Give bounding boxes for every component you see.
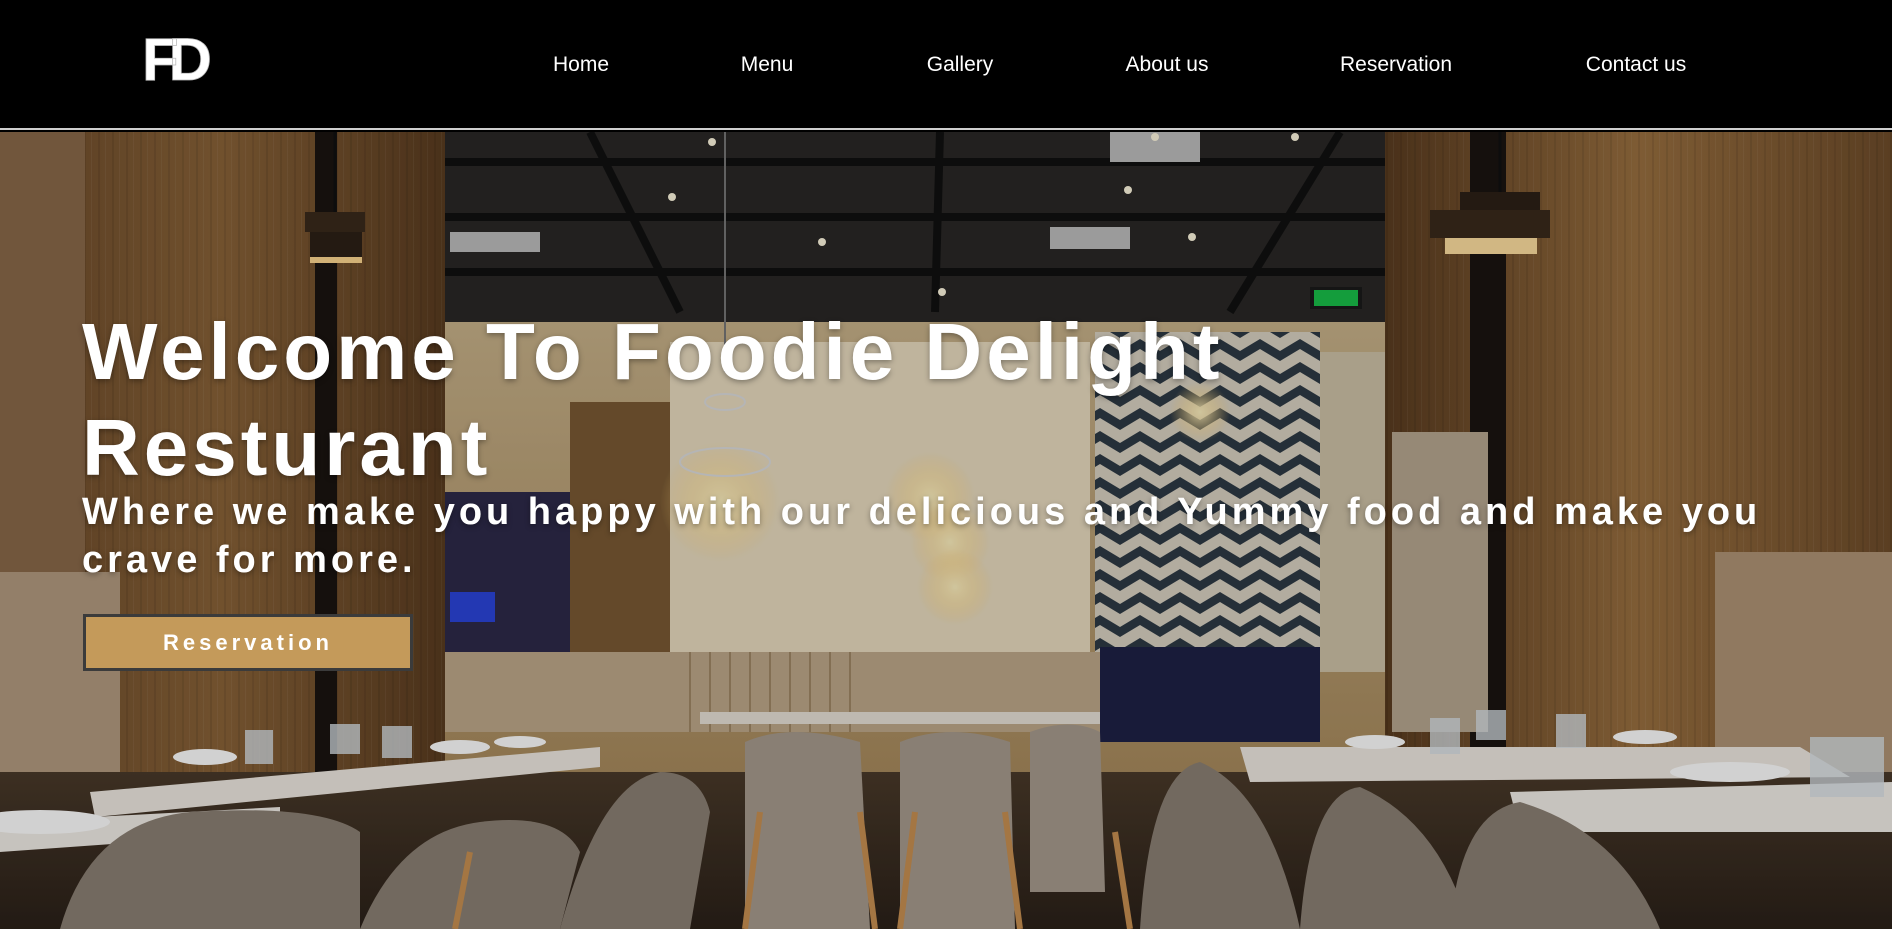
nav-gallery[interactable]: Gallery <box>927 53 994 77</box>
hero-section: Welcome To Foodie Delight Resturant Wher… <box>0 132 1892 929</box>
hero-title: Welcome To Foodie Delight Resturant <box>82 307 1224 492</box>
main-nav: Home Menu Gallery About us Reservation C… <box>0 0 1892 130</box>
nav-home[interactable]: Home <box>553 53 609 77</box>
navbar: FD Home Menu Gallery About us Reservatio… <box>0 0 1892 130</box>
nav-reservation[interactable]: Reservation <box>1340 53 1452 77</box>
hero-subtitle: Where we make you happy with our delicio… <box>82 491 1762 581</box>
reservation-button[interactable]: Reservation <box>83 614 413 671</box>
nav-about-us[interactable]: About us <box>1126 53 1209 77</box>
nav-menu[interactable]: Menu <box>741 53 794 77</box>
nav-contact-us[interactable]: Contact us <box>1586 53 1686 77</box>
